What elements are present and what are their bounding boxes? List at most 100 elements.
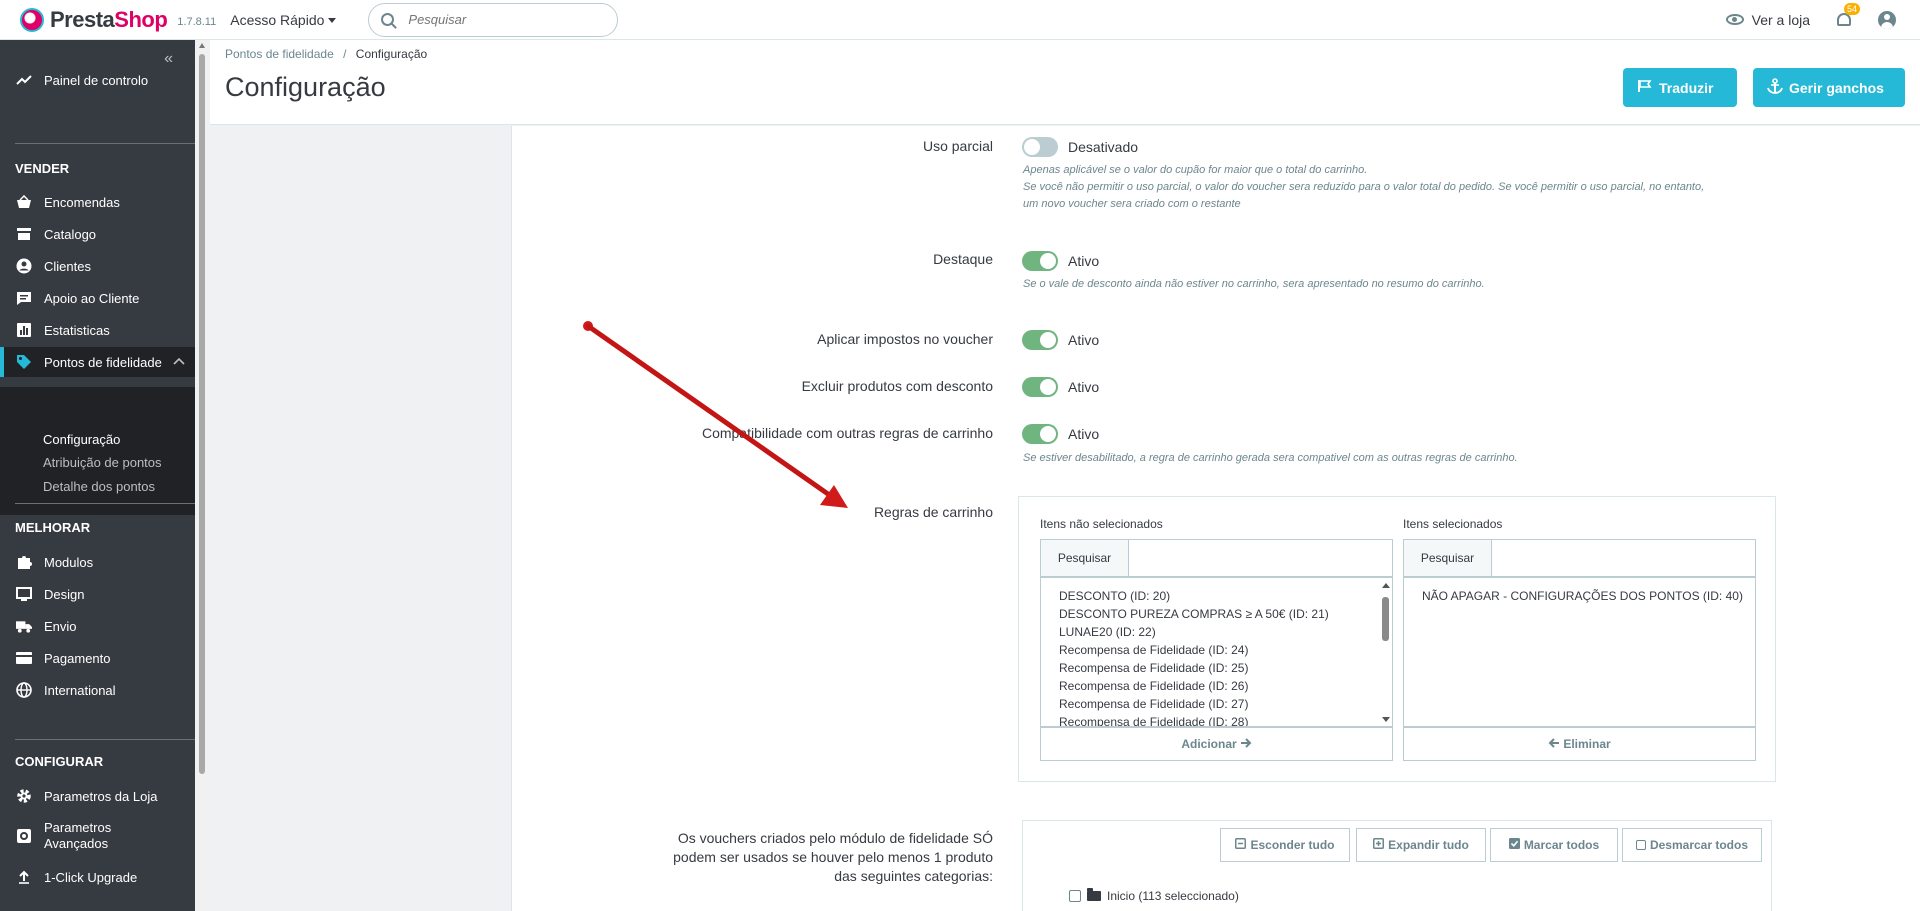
list-item[interactable]: Recompensa de Fidelidade (ID: 27) [1041, 695, 1392, 713]
partial-use-toggle[interactable] [1022, 137, 1058, 157]
arrow-right-icon [1240, 737, 1252, 751]
search-bar[interactable] [368, 2, 619, 37]
sidebar-divider [15, 503, 195, 504]
anchor-icon [1767, 78, 1783, 97]
prestashop-logo[interactable]: PrestaShop 1.7.8.11 [20, 7, 216, 33]
list-item[interactable]: LUNAE20 (ID: 22) [1041, 623, 1392, 641]
collapse-all-button[interactable]: Esconder tudo [1220, 828, 1350, 862]
chat-icon [16, 290, 32, 306]
unselected-search-input[interactable] [1129, 540, 1392, 576]
sidebar-item-customers[interactable]: Clientes [0, 251, 195, 281]
list-item[interactable]: Recompensa de Fidelidade (ID: 28) [1041, 713, 1392, 726]
empty-square-icon [1635, 840, 1646, 850]
add-item-button[interactable]: Adicionar [1040, 727, 1393, 761]
search-input[interactable] [408, 12, 599, 27]
sidebar-item-design[interactable]: Design [0, 579, 195, 609]
list-item[interactable]: Recompensa de Fidelidade (ID: 25) [1041, 659, 1392, 677]
list-item[interactable]: Recompensa de Fidelidade (ID: 26) [1041, 677, 1392, 695]
partial-use-label: Uso parcial [922, 138, 993, 154]
highlight-state: Ativo [1068, 253, 1100, 269]
sidebar-item-shipping[interactable]: Envio [0, 611, 195, 641]
bar-chart-icon [16, 322, 32, 338]
selected-search-input[interactable] [1492, 540, 1755, 576]
compatibility-toggle[interactable] [1022, 424, 1058, 444]
sidebar-item-payment[interactable]: Pagamento [0, 643, 195, 673]
prestashop-logo-icon [20, 7, 44, 32]
submenu-item-points-assignment[interactable]: Atribuição de pontos [43, 455, 162, 470]
manage-hooks-button[interactable]: Gerir ganchos [1753, 68, 1905, 107]
highlight-help: Se o vale de desconto ainda não estiver … [1023, 278, 1485, 290]
plus-square-icon [1373, 838, 1385, 852]
trending-up-icon [16, 72, 32, 88]
scroll-up-arrow-icon[interactable] [1382, 583, 1390, 588]
highlight-label: Destaque [933, 251, 993, 267]
exclude-discounted-label: Excluir produtos com desconto [801, 378, 993, 394]
list-item[interactable]: DESCONTO (ID: 20) [1041, 587, 1392, 605]
sidebar-item-advanced-params[interactable]: Parametros Avançados [0, 816, 195, 856]
user-account-icon[interactable] [1878, 10, 1896, 29]
selected-search-group: Pesquisar [1403, 539, 1756, 577]
category-tree: Esconder tudo Expandir tudo Marcar todos… [1022, 820, 1772, 911]
sidebar-item-international[interactable]: International [0, 675, 195, 705]
quick-access-dropdown[interactable]: Acesso Rápido [230, 12, 337, 28]
uncheck-all-button[interactable]: Desmarcar todos [1622, 828, 1762, 862]
notifications-button[interactable]: 54 [1836, 2, 1861, 29]
partial-use-help: Apenas aplicável se o valor do cupão for… [1023, 164, 1705, 210]
scroll-up-arrow-icon[interactable] [199, 43, 205, 48]
monitor-icon [16, 586, 32, 602]
partial-use-state: Desativado [1068, 139, 1139, 155]
scrollbar-thumb[interactable] [1382, 597, 1389, 641]
sidebar-item-support[interactable]: Apoio ao Cliente [0, 283, 195, 313]
eye-icon [1725, 14, 1744, 25]
notifications-badge: 54 [1844, 2, 1861, 15]
exclude-discounted-toggle[interactable] [1022, 377, 1058, 397]
scrollbar-thumb[interactable] [199, 54, 205, 774]
sidebar-item-stats[interactable]: Estatisticas [0, 315, 195, 345]
loyalty-submenu: Configuração Atribuição de pontos Detalh… [0, 387, 195, 515]
sidebar-item-catalog[interactable]: Catalogo [0, 219, 195, 249]
sidebar-item-loyalty[interactable]: Pontos de fidelidade [0, 347, 195, 377]
compatibility-label: Compatibilidade com outras regras de car… [701, 425, 993, 441]
page-title: Configuração [225, 72, 386, 102]
scroll-down-arrow-icon[interactable] [1382, 717, 1390, 722]
card-icon [16, 650, 32, 666]
breadcrumb: Pontos de fidelidade / Configuração [225, 47, 428, 61]
tree-item-root[interactable]: Inicio (113 seleccionado) [1069, 888, 1239, 903]
sidebar-scrollbar[interactable] [197, 40, 207, 911]
sidebar-item-upgrade[interactable]: 1-Click Upgrade [0, 862, 195, 892]
top-header: PrestaShop 1.7.8.11 Acesso Rápido Ver a … [0, 0, 1920, 40]
list-item[interactable]: DESCONTO PUREZA COMPRAS ≥ A 50€ (ID: 21) [1041, 605, 1392, 623]
list-item[interactable]: Recompensa de Fidelidade (ID: 24) [1041, 641, 1392, 659]
sidebar-divider [15, 143, 195, 144]
submenu-item-configuration[interactable]: Configuração [43, 432, 120, 447]
sidebar-item-shop-params[interactable]: Parametros da Loja [0, 781, 195, 811]
unselected-search-addon: Pesquisar [1041, 540, 1129, 576]
sidebar-item-modules[interactable]: Modulos [0, 547, 195, 577]
selected-items-list[interactable]: NÃO APAGAR - CONFIGURAÇÕES DOS PONTOS (I… [1403, 577, 1756, 727]
remove-item-button[interactable]: Eliminar [1403, 727, 1756, 761]
user-circle-icon [16, 258, 32, 274]
submenu-item-points-detail[interactable]: Detalhe dos pontos [43, 479, 155, 494]
minus-square-icon [1235, 838, 1247, 852]
check-all-button[interactable]: Marcar todos [1490, 828, 1618, 862]
breadcrumb-parent[interactable]: Pontos de fidelidade [225, 47, 334, 61]
list-item[interactable]: NÃO APAGAR - CONFIGURAÇÕES DOS PONTOS (I… [1404, 587, 1755, 605]
store-icon [16, 226, 32, 242]
section-sell: VENDER [15, 161, 70, 176]
expand-all-button[interactable]: Expandir tudo [1356, 828, 1486, 862]
exclude-discounted-state: Ativo [1068, 379, 1100, 395]
highlight-toggle[interactable] [1022, 251, 1058, 271]
truck-icon [16, 618, 32, 634]
list-scrollbar[interactable] [1379, 579, 1391, 725]
translate-button[interactable]: Traduzir [1623, 68, 1737, 107]
tree-checkbox[interactable] [1069, 890, 1081, 902]
sidebar-item-orders[interactable]: Encomendas [0, 187, 195, 217]
sidebar-item-dashboard[interactable]: Painel de controlo [0, 65, 195, 95]
apply-taxes-toggle[interactable] [1022, 330, 1058, 350]
folder-open-icon [1087, 888, 1101, 901]
brand-name: PrestaShop [50, 6, 168, 32]
view-shop-link[interactable]: Ver a loja [1725, 12, 1810, 28]
unselected-items-list[interactable]: DESCONTO (ID: 20) DESCONTO PUREZA COMPRA… [1040, 577, 1393, 727]
upload-icon [16, 869, 32, 885]
selected-items-title: Itens selecionados [1403, 517, 1503, 531]
